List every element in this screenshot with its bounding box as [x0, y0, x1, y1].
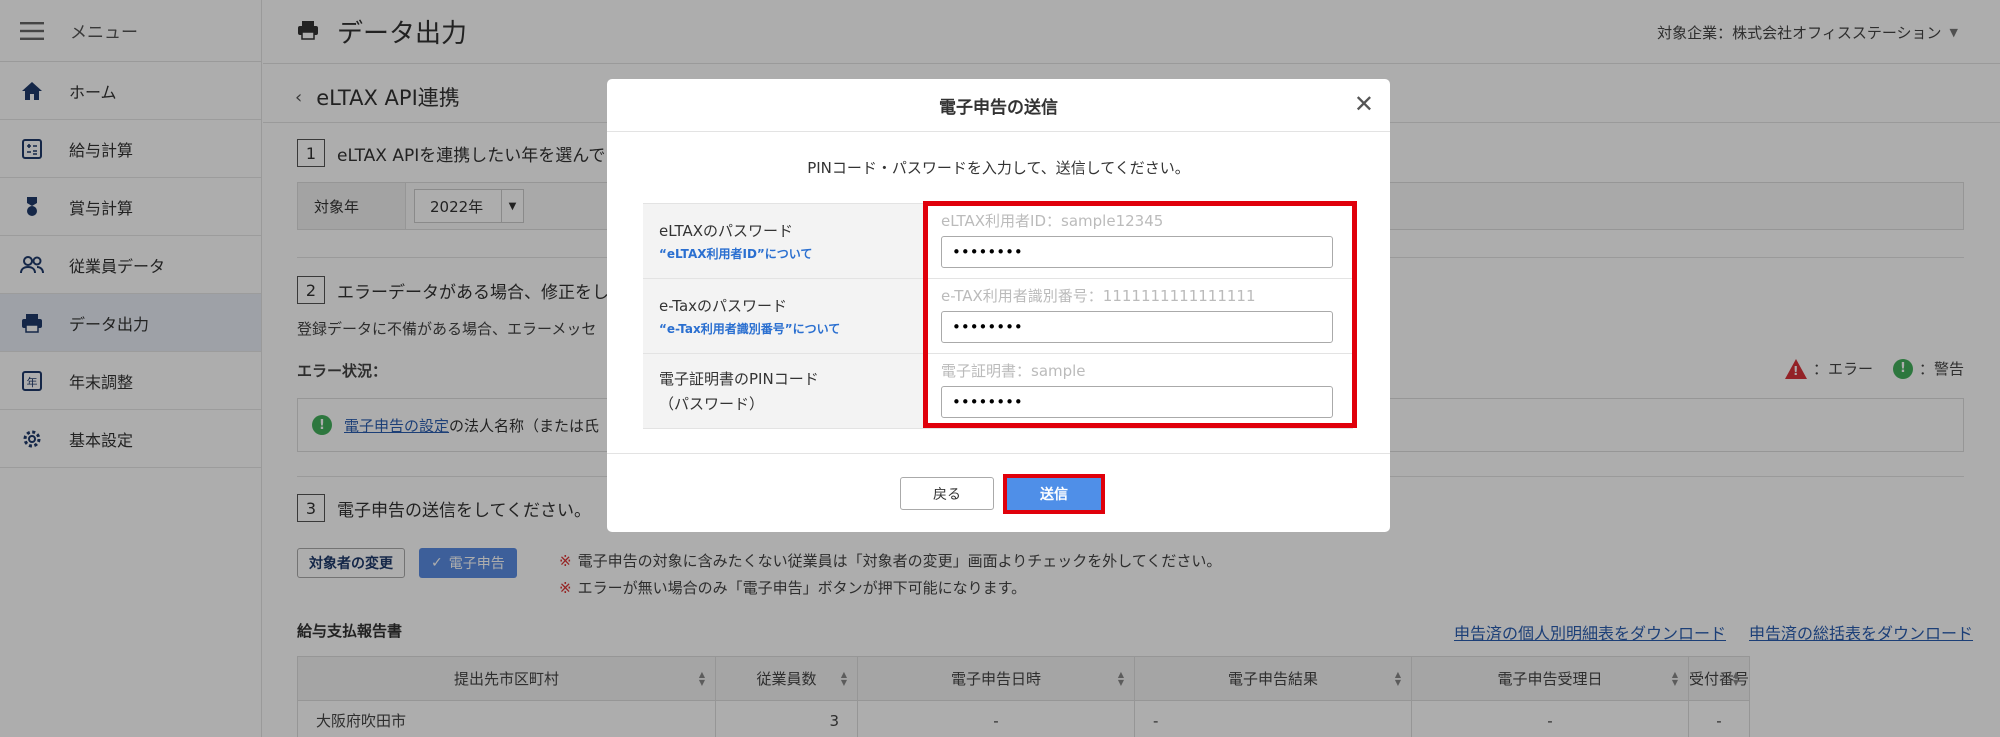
back-button[interactable]: 戻る — [900, 477, 994, 510]
form-row-eltax: eLTAXのパスワード “eLTAX利用者ID”について eLTAX利用者ID：… — [643, 203, 1353, 279]
eltax-id-help-link[interactable]: “eLTAX利用者ID”について — [659, 245, 923, 262]
form-label: 電子証明書のPINコード （パスワード） — [643, 353, 923, 429]
dialog-footer-divider — [607, 453, 1390, 454]
send-button[interactable]: 送信 — [1007, 478, 1101, 510]
dialog-intro: PINコード・パスワードを入力して、送信してください。 — [807, 159, 1190, 177]
form-input-cell: e-TAX利用者識別番号：1111111111111111 — [923, 278, 1353, 354]
form-row-certificate: 電子証明書のPINコード （パスワード） 電子証明書：sample — [643, 353, 1353, 429]
form-row-etax: e-Taxのパスワード “e-Tax利用者識別番号”について e-TAX利用者識… — [643, 278, 1353, 354]
close-icon[interactable]: ✕ — [1354, 92, 1374, 116]
etax-id-hint: e-TAX利用者識別番号：1111111111111111 — [941, 287, 1256, 305]
etax-password-field[interactable] — [941, 311, 1333, 343]
form-input-cell: eLTAX利用者ID：sample12345 — [923, 203, 1353, 279]
certificate-hint: 電子証明書：sample — [941, 362, 1086, 380]
etax-password-label: e-Taxのパスワード — [659, 297, 788, 315]
etax-id-help-link[interactable]: “e-Tax利用者識別番号”について — [659, 320, 923, 337]
form-label: eLTAXのパスワード “eLTAX利用者ID”について — [643, 203, 923, 279]
form-input-cell: 電子証明書：sample — [923, 353, 1353, 429]
send-button-highlight: 送信 — [1003, 474, 1105, 514]
eltax-id-hint: eLTAX利用者ID：sample12345 — [941, 212, 1164, 230]
certificate-pin-label-2: （パスワード） — [659, 395, 765, 413]
efile-send-dialog: 電子申告の送信 ✕ PINコード・パスワードを入力して、送信してください。 eL… — [607, 79, 1390, 532]
eltax-password-field[interactable] — [941, 236, 1333, 268]
eltax-password-label: eLTAXのパスワード — [659, 222, 794, 240]
dialog-title: 電子申告の送信 — [607, 79, 1390, 132]
credential-form: eLTAXのパスワード “eLTAX利用者ID”について eLTAX利用者ID：… — [643, 203, 1353, 429]
certificate-pin-field[interactable] — [941, 386, 1333, 418]
form-label: e-Taxのパスワード “e-Tax利用者識別番号”について — [643, 278, 923, 354]
certificate-pin-label: 電子証明書のPINコード — [659, 370, 819, 388]
